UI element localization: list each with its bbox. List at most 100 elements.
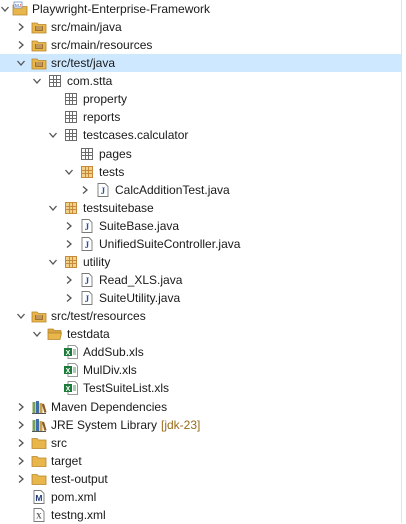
svg-text:X: X	[66, 368, 71, 375]
xml-file-icon: X	[31, 507, 47, 523]
tree-item-label: SuiteUtility.java	[99, 291, 181, 306]
package-icon	[63, 109, 79, 125]
package-icon	[47, 73, 63, 89]
chevron-down-icon[interactable]	[48, 202, 58, 214]
tree-item-label: SuiteBase.java	[99, 218, 180, 233]
package-icon	[63, 91, 79, 107]
folder-open-icon	[47, 326, 63, 342]
java-file-icon: J	[79, 236, 95, 252]
package-filled-icon	[63, 200, 79, 216]
project-icon: M J	[12, 1, 28, 17]
tree-item[interactable]: target	[0, 452, 402, 470]
source-folder-icon	[31, 308, 47, 324]
chevron-down-icon[interactable]	[64, 166, 74, 178]
java-file-icon: J	[95, 182, 111, 198]
tree-item-label: src	[51, 435, 67, 450]
tree-item[interactable]: J SuiteUtility.java	[0, 289, 402, 307]
folder-icon	[31, 471, 47, 487]
tree-item[interactable]: J SuiteBase.java	[0, 217, 402, 235]
tree-item[interactable]: X AddSub.xls	[0, 343, 402, 361]
chevron-down-icon[interactable]	[48, 129, 58, 141]
tree-item[interactable]: X MulDiv.xls	[0, 361, 402, 379]
tree-item[interactable]: src/test/java	[0, 54, 402, 73]
svg-text:J: J	[85, 276, 90, 286]
package-icon	[63, 127, 79, 143]
chevron-right-icon[interactable]	[16, 473, 26, 485]
chevron-right-icon[interactable]	[64, 220, 74, 232]
chevron-right-icon[interactable]	[16, 21, 26, 33]
svg-text:X: X	[36, 511, 42, 520]
tree-item[interactable]: tests	[0, 163, 402, 181]
tree-item[interactable]: src/test/resources	[0, 307, 402, 325]
tree-item-label: com.stta	[67, 74, 113, 89]
svg-text:J: J	[19, 3, 21, 8]
tree-item[interactable]: src/main/resources	[0, 36, 402, 54]
tree-item[interactable]: com.stta	[0, 72, 402, 90]
chevron-down-icon[interactable]	[16, 310, 26, 322]
tree-item[interactable]: reports	[0, 108, 402, 126]
folder-icon	[31, 453, 47, 469]
tree-item[interactable]: J CalcAdditionTest.java	[0, 181, 402, 199]
chevron-right-icon[interactable]	[16, 437, 26, 449]
java-file-icon: J	[79, 272, 95, 288]
excel-file-icon: X	[63, 344, 79, 360]
folder-icon	[31, 435, 47, 451]
tree-item[interactable]: testcases.calculator	[0, 126, 402, 144]
tree-item[interactable]: M J Playwright-Enterprise-Framework	[0, 0, 402, 18]
library-icon	[31, 399, 47, 415]
tree-item[interactable]: testdata	[0, 325, 402, 343]
chevron-right-icon[interactable]	[64, 238, 74, 250]
chevron-right-icon[interactable]	[80, 184, 90, 196]
tree-item-decoration: [jdk-23]	[161, 417, 201, 432]
tree-item[interactable]: utility	[0, 253, 402, 271]
tree-item-label: pom.xml	[51, 489, 97, 504]
chevron-right-icon[interactable]	[16, 39, 26, 51]
tree-item[interactable]: src	[0, 434, 402, 452]
svg-text:J: J	[85, 240, 90, 250]
vertical-scrollbar[interactable]	[401, 0, 406, 523]
tree-item-label: testdata	[67, 327, 110, 342]
tree-item[interactable]: property	[0, 90, 402, 108]
tree-item-label: Playwright-Enterprise-Framework	[32, 2, 211, 16]
tree-item[interactable]: Xtestng.xml	[0, 506, 402, 524]
tree-item[interactable]: JRE System Library [jdk-23]	[0, 416, 402, 434]
chevron-down-icon[interactable]	[32, 75, 42, 87]
svg-text:M: M	[35, 493, 42, 503]
tree-item-label: target	[51, 453, 82, 468]
tree-item-label: src/main/resources	[51, 38, 153, 53]
tree-item[interactable]: pages	[0, 145, 402, 163]
tree-item[interactable]: J Read_XLS.java	[0, 271, 402, 289]
tree-item-label: src/test/resources	[51, 309, 146, 324]
chevron-right-icon[interactable]	[64, 292, 74, 304]
tree-item-label: reports	[83, 110, 121, 125]
chevron-right-icon[interactable]	[64, 274, 74, 286]
source-folder-icon	[31, 55, 47, 71]
tree-item[interactable]: test-output	[0, 470, 402, 488]
package-icon	[79, 146, 95, 162]
tree-item-label: MulDiv.xls	[83, 363, 137, 378]
source-folder-icon	[31, 19, 47, 35]
chevron-down-icon[interactable]	[32, 328, 42, 340]
chevron-down-icon[interactable]	[0, 3, 10, 15]
chevron-right-icon[interactable]	[16, 419, 26, 431]
tree-item-label: Maven Dependencies	[51, 399, 168, 414]
tree-item-label: tests	[99, 164, 125, 179]
tree-item[interactable]: J UnifiedSuiteController.java	[0, 235, 402, 253]
tree-item[interactable]: Maven Dependencies	[0, 398, 402, 416]
tree-item[interactable]: X TestSuiteList.xls	[0, 379, 402, 397]
excel-file-icon: X	[63, 362, 79, 378]
maven-pom-icon: M	[31, 489, 47, 505]
svg-text:J: J	[101, 186, 106, 196]
tree-item[interactable]: testsuitebase	[0, 199, 402, 217]
chevron-right-icon[interactable]	[16, 455, 26, 467]
excel-file-icon: X	[63, 380, 79, 396]
tree-item[interactable]: src/main/java	[0, 18, 402, 36]
chevron-down-icon[interactable]	[48, 256, 58, 268]
tree-item-label: AddSub.xls	[83, 345, 144, 360]
tree-item[interactable]: Mpom.xml	[0, 488, 402, 506]
chevron-right-icon[interactable]	[16, 401, 26, 413]
tree-item-label: CalcAdditionTest.java	[115, 182, 230, 197]
tree-item-label: UnifiedSuiteController.java	[99, 236, 241, 251]
library-icon	[31, 417, 47, 433]
chevron-down-icon[interactable]	[16, 57, 26, 69]
